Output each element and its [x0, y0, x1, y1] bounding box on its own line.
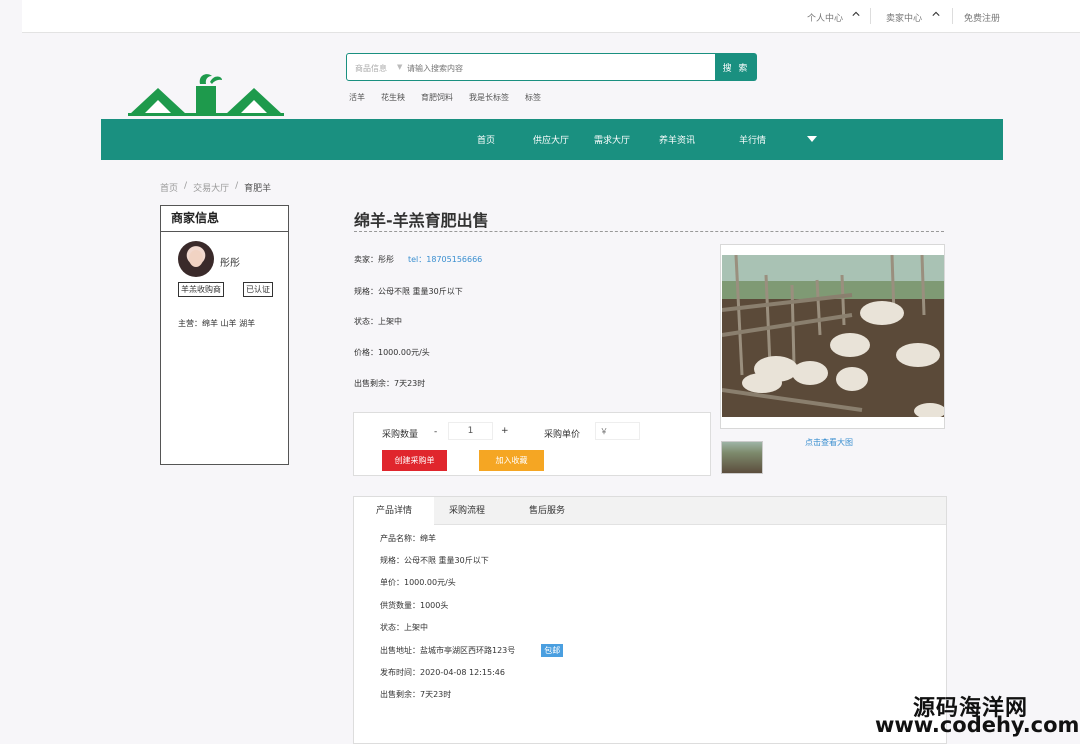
- remaining-time-text: 出售剩余：7天23时: [354, 379, 426, 388]
- nav-item-home[interactable]: 首页: [477, 133, 495, 146]
- register-link[interactable]: 免费注册: [964, 11, 1000, 24]
- detail-publish-time: 发布时间：2020-04-08 12:15:46: [380, 668, 505, 677]
- chevron-up-icon[interactable]: [932, 10, 940, 18]
- tab-bar: 产品详情 采购流程 售后服务: [354, 497, 946, 526]
- breadcrumb-separator: /: [235, 181, 239, 191]
- product-image-frame: [720, 244, 945, 429]
- divider: [870, 8, 871, 24]
- quantity-increment-button[interactable]: +: [501, 426, 509, 436]
- hot-keywords: 活羊 花生秧 育肥饲料 我是长标签 标签: [349, 92, 541, 103]
- personal-center-link[interactable]: 个人中心: [807, 11, 843, 24]
- search-input[interactable]: [407, 58, 697, 78]
- watermark-url: www.codehy.com: [875, 713, 1080, 737]
- nav-item-market[interactable]: 羊行情: [739, 133, 766, 146]
- main-nav: 首页 供应大厅 需求大厅 养羊资讯 羊行情: [101, 119, 1003, 160]
- search-box: 商品信息 ▼: [346, 53, 716, 81]
- quantity-label: 采购数量: [382, 430, 419, 440]
- product-title: 绵羊-羊羔育肥出售: [354, 211, 489, 230]
- avatar[interactable]: [178, 241, 214, 277]
- detail-remaining: 出售剩余：7天23时: [380, 690, 452, 699]
- hotword-link[interactable]: 活羊: [349, 92, 365, 103]
- add-favorite-button[interactable]: 加入收藏: [479, 450, 544, 471]
- status-text: 状态：上架中: [354, 317, 402, 326]
- seller-name[interactable]: 彤彤: [220, 254, 240, 269]
- search-category-select[interactable]: 商品信息: [355, 63, 387, 74]
- breadcrumb-current: 育肥羊: [244, 184, 272, 194]
- seller-label: 卖家：彤彤: [354, 255, 394, 264]
- spec-text: 规格：公母不限 重量30斤以下: [354, 287, 463, 296]
- chevron-up-icon[interactable]: [852, 10, 860, 18]
- unit-price-label: 采购单价: [544, 430, 581, 440]
- divider: [354, 231, 944, 232]
- quantity-input[interactable]: [448, 422, 493, 440]
- seller-card-title: 商家信息: [161, 206, 288, 232]
- detail-address-row: 出售地址：盐城市亭湖区西环路123号 包邮: [380, 644, 564, 657]
- verified-badge: 已认证: [243, 282, 273, 297]
- breadcrumb-separator: /: [184, 181, 188, 191]
- quantity-decrement-button[interactable]: -: [434, 427, 437, 437]
- tab-product-details[interactable]: 产品详情: [354, 497, 434, 526]
- seller-role-badge: 羊羔收购商: [178, 282, 224, 297]
- seller-center-link[interactable]: 卖家中心: [886, 11, 922, 24]
- detail-spec: 规格：公母不限 重量30斤以下: [380, 556, 489, 565]
- breadcrumb: 首页 / 交易大厅 / 育肥羊: [160, 181, 271, 194]
- free-shipping-badge: 包邮: [541, 644, 564, 657]
- nav-item-supply[interactable]: 供应大厅: [533, 133, 569, 146]
- breadcrumb-hall[interactable]: 交易大厅: [193, 181, 229, 194]
- hotword-link[interactable]: 标签: [525, 92, 541, 103]
- detail-status: 状态：上架中: [380, 623, 428, 632]
- hotword-link[interactable]: 我是长标签: [469, 92, 509, 103]
- view-large-image-link[interactable]: 点击查看大图: [805, 437, 853, 448]
- hotword-link[interactable]: 育肥饲料: [421, 92, 453, 103]
- top-utility-bar: 个人中心 卖家中心 免费注册: [22, 0, 1080, 33]
- tab-after-sales[interactable]: 售后服务: [512, 497, 582, 525]
- unit-price-input[interactable]: [595, 422, 640, 440]
- dropdown-arrow-icon[interactable]: [807, 136, 817, 142]
- chevron-down-icon[interactable]: ▼: [397, 63, 402, 71]
- nav-item-news[interactable]: 养羊资讯: [659, 133, 695, 146]
- phone-link[interactable]: tel：18705156666: [408, 255, 482, 264]
- product-image[interactable]: [722, 255, 944, 417]
- detail-address: 出售地址：盐城市亭湖区西环路123号: [380, 646, 516, 655]
- detail-unit-price: 单价：1000.00元/头: [380, 578, 456, 587]
- main-business-text: 主营：绵羊 山羊 湖羊: [178, 319, 256, 328]
- detail-supply-qty: 供货数量：1000头: [380, 601, 449, 610]
- site-logo[interactable]: [128, 72, 284, 116]
- tab-purchase-process[interactable]: 采购流程: [434, 497, 500, 525]
- search-button[interactable]: 搜 索: [715, 53, 757, 81]
- product-tabs-panel: 产品详情 采购流程 售后服务 产品名称：绵羊 规格：公母不限 重量30斤以下 单…: [353, 496, 947, 744]
- price-text: 价格：1000.00元/头: [354, 348, 430, 357]
- product-thumbnail[interactable]: [721, 441, 763, 474]
- seller-row: 卖家：彤彤 tel：18705156666: [354, 254, 482, 265]
- create-order-button[interactable]: 创建采购单: [382, 450, 447, 471]
- detail-name: 产品名称：绵羊: [380, 534, 436, 543]
- divider: [952, 8, 953, 24]
- purchase-box: 采购数量 - + 采购单价 创建采购单 加入收藏: [353, 412, 711, 476]
- nav-item-demand[interactable]: 需求大厅: [594, 133, 630, 146]
- breadcrumb-home[interactable]: 首页: [160, 181, 178, 194]
- hotword-link[interactable]: 花生秧: [381, 92, 405, 103]
- seller-info-card: 商家信息 彤彤 羊羔收购商 已认证 主营：绵羊 山羊 湖羊: [160, 205, 289, 465]
